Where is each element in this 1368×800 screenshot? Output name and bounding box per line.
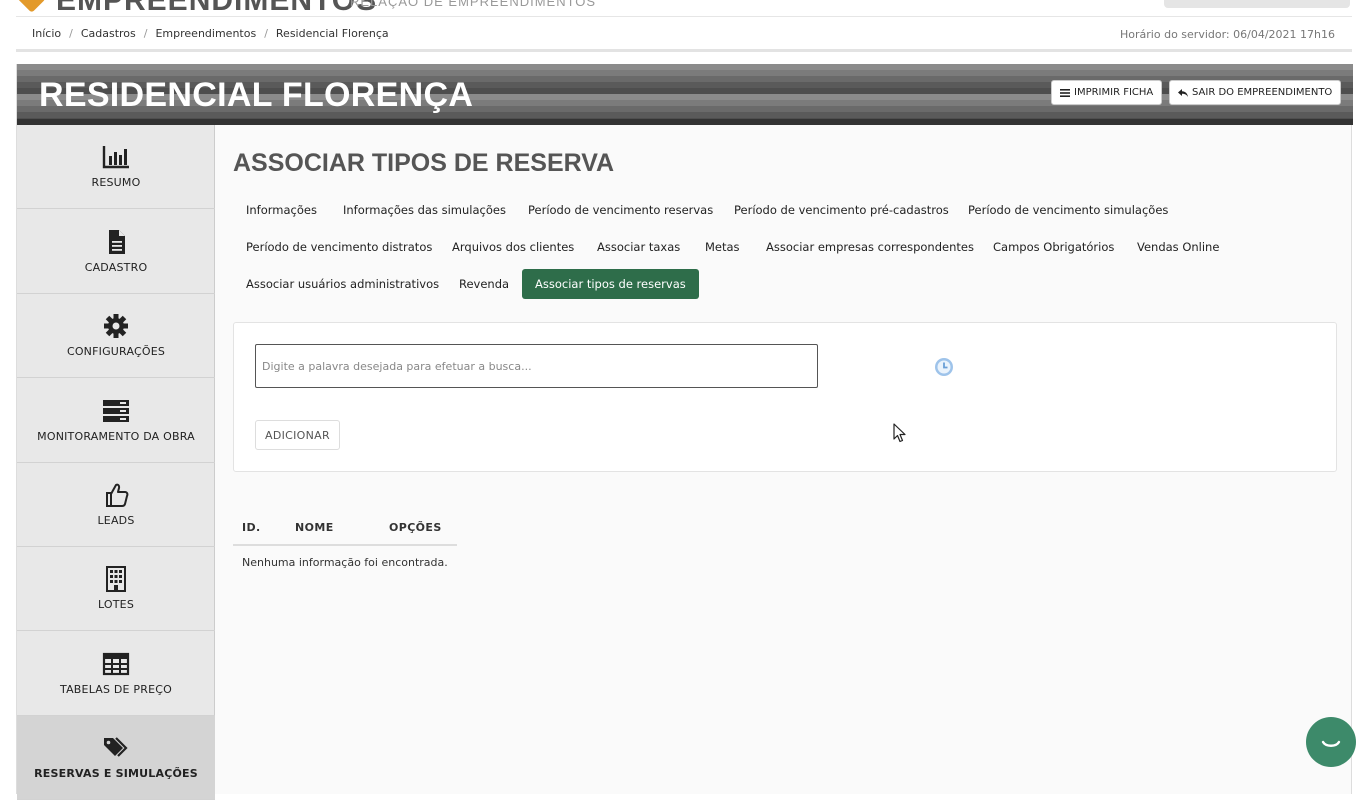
sidebar: RESUMO CADASTRO CONFIGURAÇÕES MONITORAME…	[17, 125, 215, 800]
tags-icon	[104, 737, 128, 757]
sidebar-item-label: MONITORAMENTO DA OBRA	[37, 430, 195, 443]
table-icon	[102, 652, 130, 676]
tab-arquivos-clientes[interactable]: Arquivos dos clientes	[439, 232, 587, 262]
sidebar-item-label: LOTES	[97, 598, 135, 611]
tab-campos-obrigatorios[interactable]: Campos Obrigatórios	[980, 232, 1127, 262]
project-banner: RESIDENCIAL FLORENÇA IMPRIMIR FICHA SAIR…	[17, 64, 1353, 125]
building-icon	[106, 566, 126, 592]
exit-button-label: SAIR DO EMPREENDIMENTO	[1192, 87, 1333, 98]
gear-icon	[104, 314, 128, 338]
print-button-label: IMPRIMIR FICHA	[1074, 87, 1154, 98]
project-title: RESIDENCIAL FLORENÇA	[39, 76, 474, 114]
tab-revenda[interactable]: Revenda	[446, 269, 522, 299]
tab-usuarios-administrativos[interactable]: Associar usuários administrativos	[233, 269, 452, 299]
sidebar-item-label: CADASTRO	[84, 261, 148, 274]
reply-icon	[1178, 88, 1188, 97]
column-header-opcoes: OPÇÕES	[389, 520, 442, 534]
chat-smile-icon	[1321, 740, 1341, 747]
print-button[interactable]: IMPRIMIR FICHA	[1051, 80, 1163, 105]
tab-informacoes[interactable]: Informações	[233, 195, 330, 225]
tab-empresas-correspondentes[interactable]: Associar empresas correspondentes	[753, 232, 987, 262]
tab-associar-taxas[interactable]: Associar taxas	[584, 232, 693, 262]
column-header-id[interactable]: ID.	[233, 521, 295, 534]
add-button[interactable]: ADICIONAR	[255, 420, 340, 450]
tab-associar-tipos-reservas[interactable]: Associar tipos de reservas	[522, 269, 699, 299]
list-icon	[1060, 88, 1070, 97]
sidebar-item-tabelas-preco[interactable]: TABELAS DE PREÇO	[17, 632, 215, 716]
sidebar-item-monitoramento[interactable]: MONITORAMENTO DA OBRA	[17, 379, 215, 463]
tab-vencimento-pre-cadastros[interactable]: Período de vencimento pré-cadastros	[721, 195, 962, 225]
chat-button[interactable]	[1306, 717, 1356, 767]
thumbs-up-icon	[106, 483, 129, 507]
empty-table-message: Nenhuma informação foi encontrada.	[242, 556, 448, 569]
sidebar-item-label: RESUMO	[91, 176, 141, 189]
sidebar-item-label: RESERVAS E SIMULAÇÕES	[34, 767, 198, 780]
breadcrumb-bar: Início / Cadastros / Empreendimentos / Residen…	[16, 16, 1352, 52]
content-area: ASSOCIAR TIPOS DE RESERVA Informações In…	[215, 125, 1353, 794]
sidebar-item-resumo[interactable]: RESUMO	[17, 125, 215, 209]
table-header: ID. NOME OPÇÕES	[233, 510, 457, 546]
server-time: Horário do servidor: 06/04/2021 17h16	[1120, 28, 1335, 41]
tab-vencimento-reservas[interactable]: Período de vencimento reservas	[515, 195, 726, 225]
app-title: EMPREENDIMENTOS	[56, 0, 377, 14]
search-card: ADICIONAR	[233, 322, 1337, 472]
tab-vencimento-simulacoes[interactable]: Período de vencimento simulações	[955, 195, 1181, 225]
server-icon	[103, 400, 129, 422]
mouse-cursor-icon	[893, 423, 906, 443]
tab-vendas-online[interactable]: Vendas Online	[1124, 232, 1232, 262]
column-header-nome[interactable]: NOME	[295, 521, 389, 534]
logo-icon	[16, 0, 46, 13]
breadcrumb-item-empreendimentos[interactable]: Empreendimentos	[155, 27, 256, 40]
tab-vencimento-distratos[interactable]: Período de vencimento distratos	[233, 232, 445, 262]
tab-metas[interactable]: Metas	[692, 232, 753, 262]
main-panel: RESIDENCIAL FLORENÇA IMPRIMIR FICHA SAIR…	[16, 64, 1353, 800]
breadcrumb-item-inicio[interactable]: Início	[32, 27, 61, 40]
app-header: EMPREENDIMENTOS RELAÇÃO DE EMPREENDIMENT…	[0, 0, 1368, 14]
sidebar-item-reservas[interactable]: RESERVAS E SIMULAÇÕES	[17, 716, 215, 800]
reservation-types-table: ID. NOME OPÇÕES Nenhuma informação foi e…	[233, 510, 457, 579]
breadcrumb-item-cadastros[interactable]: Cadastros	[81, 27, 136, 40]
breadcrumb: Início / Cadastros / Empreendimentos / Residen…	[32, 27, 389, 40]
search-input[interactable]	[255, 344, 818, 388]
sidebar-item-lotes[interactable]: LOTES	[17, 547, 215, 631]
exit-project-button[interactable]: SAIR DO EMPREENDIMENTO	[1169, 80, 1342, 105]
app-subtitle: RELAÇÃO DE EMPREENDIMENTOS	[350, 0, 597, 9]
clock-icon	[935, 358, 953, 376]
page-title: ASSOCIAR TIPOS DE RESERVA	[233, 149, 615, 177]
sidebar-item-cadastro[interactable]: CADASTRO	[17, 210, 215, 294]
sidebar-item-label: CONFIGURAÇÕES	[66, 345, 166, 358]
document-icon	[109, 230, 125, 254]
sidebar-item-label: TABELAS DE PREÇO	[60, 683, 172, 696]
breadcrumb-item-current: Residencial Florença	[275, 27, 389, 40]
sidebar-item-configuracoes[interactable]: CONFIGURAÇÕES	[17, 294, 215, 378]
sidebar-item-leads[interactable]: LEADS	[17, 463, 215, 547]
tab-informacoes-simulacoes[interactable]: Informações das simulações	[330, 195, 519, 225]
user-menu[interactable]	[1164, 0, 1350, 8]
bar-chart-icon	[102, 146, 129, 169]
sidebar-item-label: LEADS	[97, 514, 135, 527]
